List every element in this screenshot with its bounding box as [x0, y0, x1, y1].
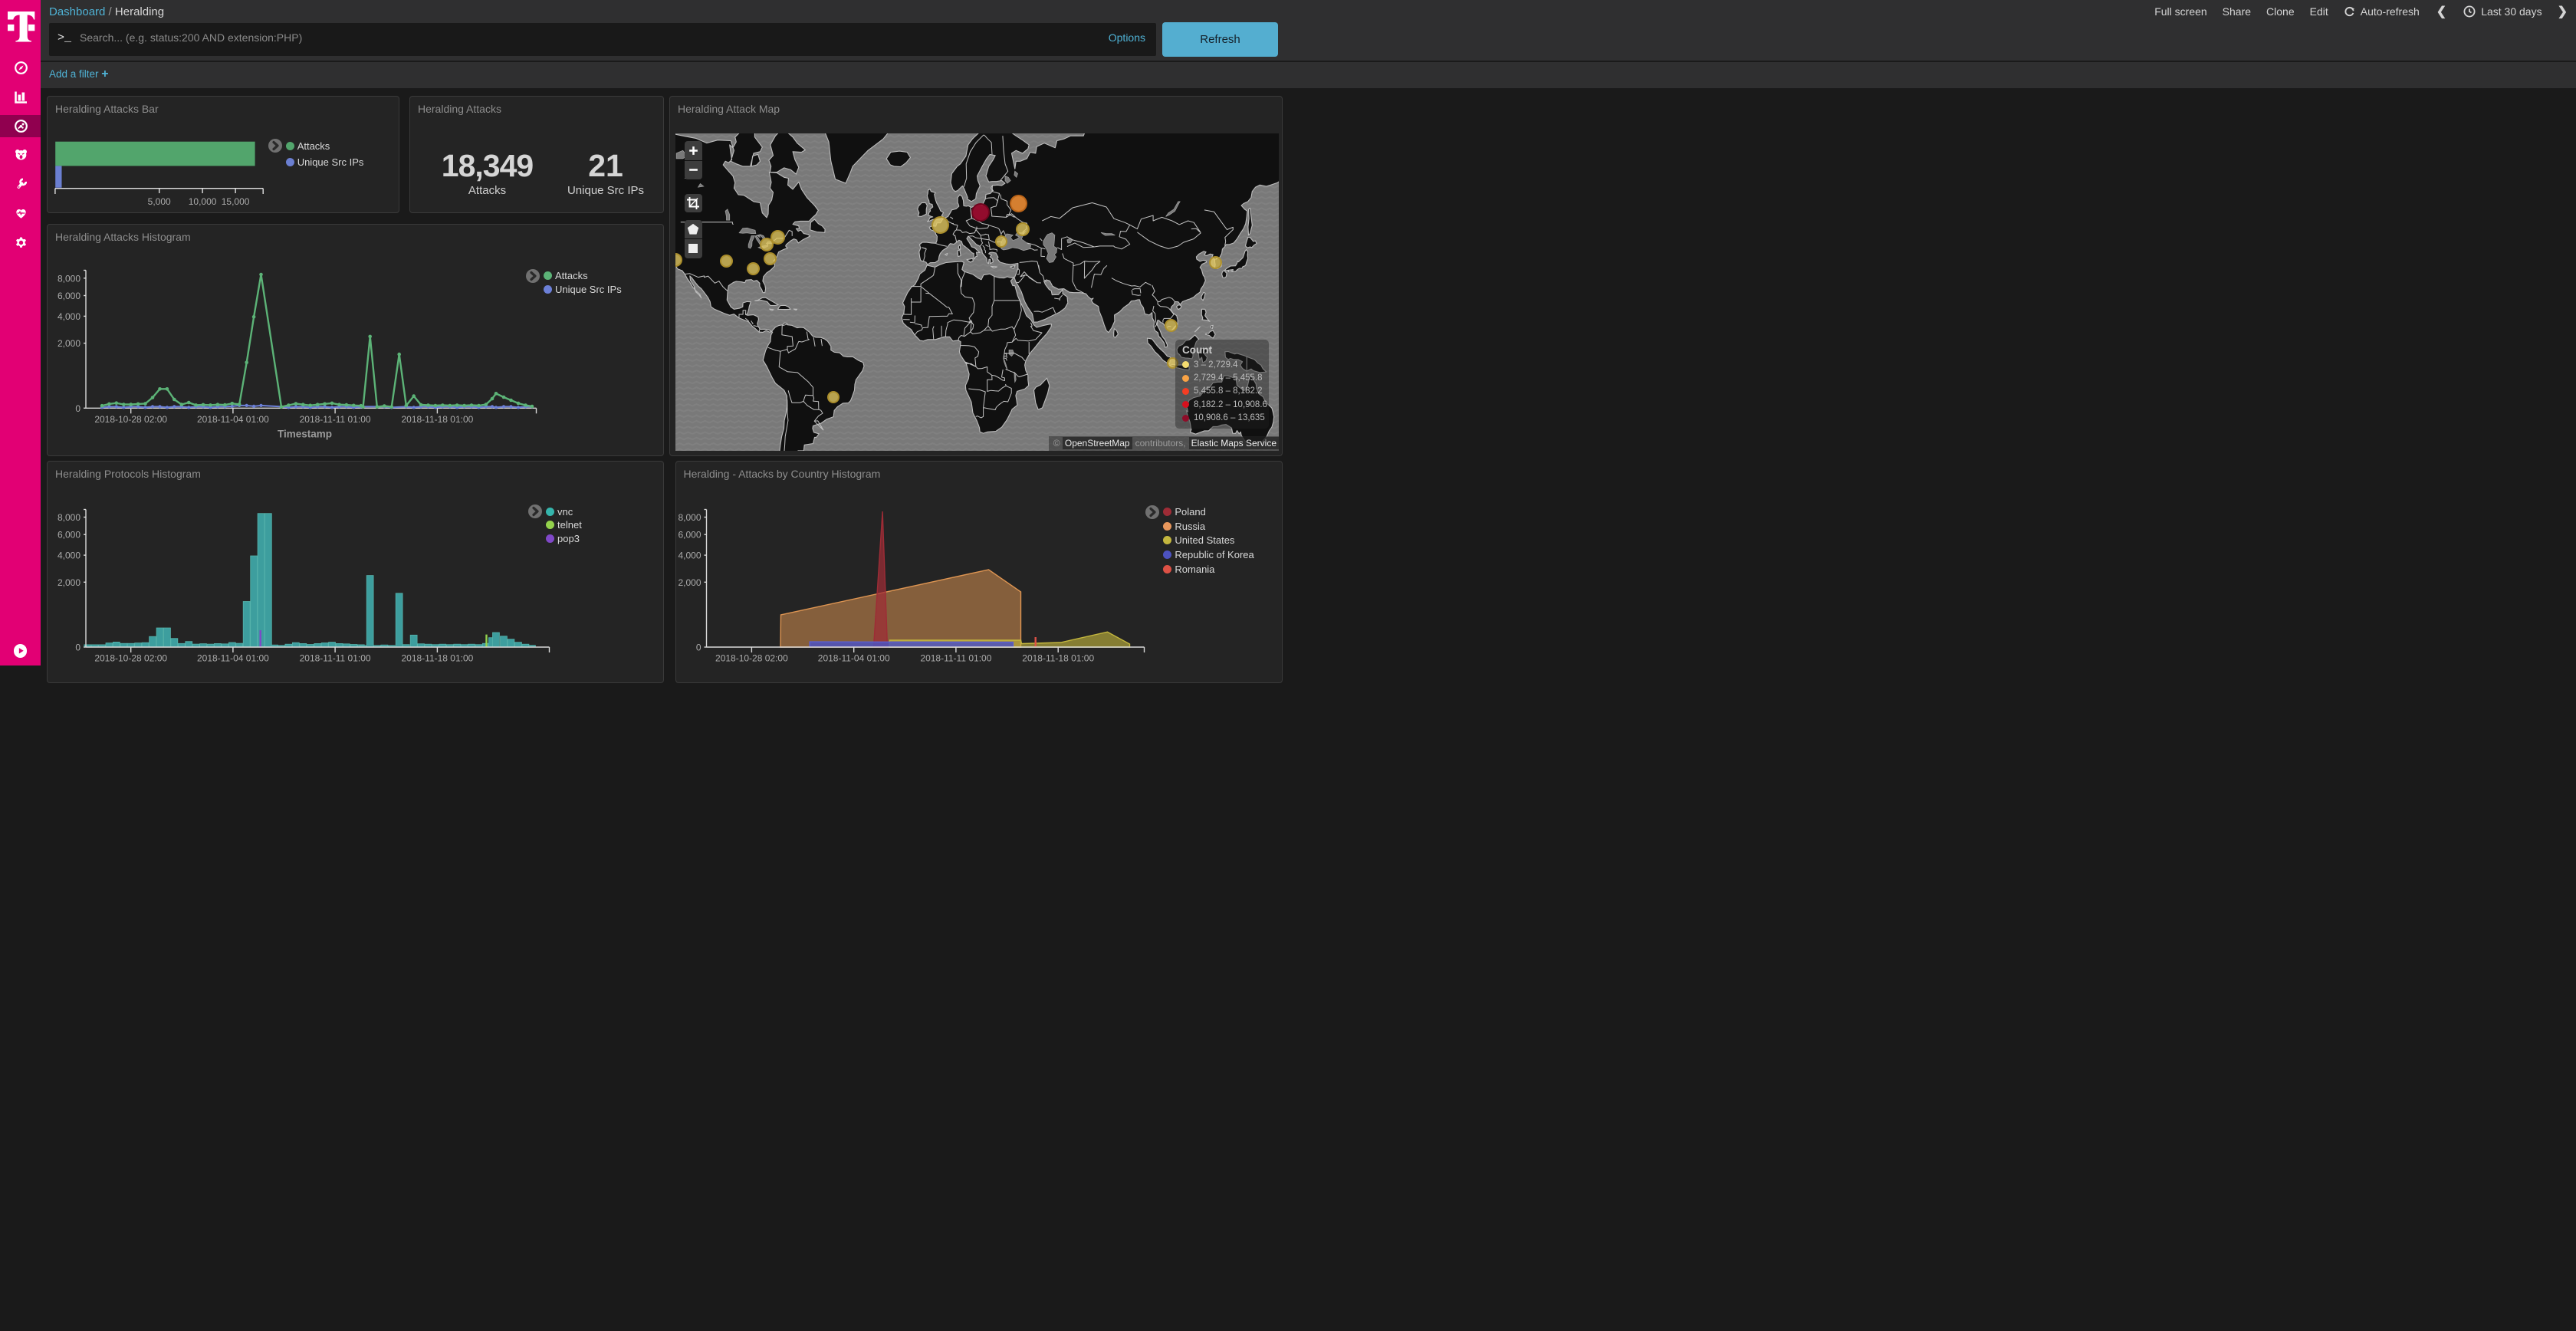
- svg-text:2018-11-18 01:00: 2018-11-18 01:00: [401, 653, 473, 664]
- svg-text:6,000: 6,000: [678, 530, 701, 541]
- svg-text:5,000: 5,000: [148, 196, 171, 207]
- svg-text:6,000: 6,000: [58, 291, 80, 301]
- svg-text:8,000: 8,000: [58, 273, 80, 284]
- svg-text:2018-11-18 01:00: 2018-11-18 01:00: [401, 414, 473, 425]
- svg-text:15,000: 15,000: [222, 196, 250, 207]
- svg-text:2,000: 2,000: [58, 338, 80, 349]
- svg-text:0: 0: [695, 642, 701, 653]
- svg-text:2018-10-28 02:00: 2018-10-28 02:00: [94, 653, 167, 664]
- svg-text:2,000: 2,000: [678, 577, 701, 588]
- svg-text:0: 0: [75, 403, 80, 413]
- svg-text:2018-10-28 02:00: 2018-10-28 02:00: [715, 653, 788, 664]
- svg-text:2018-11-18 01:00: 2018-11-18 01:00: [1022, 653, 1094, 664]
- svg-text:Timestamp: Timestamp: [278, 428, 332, 439]
- svg-text:10,000: 10,000: [189, 196, 217, 207]
- svg-text:4,000: 4,000: [58, 550, 80, 561]
- svg-text:2018-11-04 01:00: 2018-11-04 01:00: [197, 653, 269, 664]
- svg-text:2018-11-11 01:00: 2018-11-11 01:00: [300, 414, 371, 425]
- svg-text:6,000: 6,000: [58, 530, 80, 541]
- svg-text:2018-11-04 01:00: 2018-11-04 01:00: [817, 653, 889, 664]
- svg-text:4,000: 4,000: [58, 311, 80, 321]
- svg-text:2,000: 2,000: [58, 577, 80, 588]
- svg-text:2018-11-04 01:00: 2018-11-04 01:00: [197, 414, 269, 425]
- svg-text:8,000: 8,000: [58, 512, 80, 523]
- svg-text:2018-11-11 01:00: 2018-11-11 01:00: [300, 653, 371, 664]
- svg-text:4,000: 4,000: [678, 550, 701, 561]
- svg-text:0: 0: [75, 642, 80, 653]
- svg-text:2018-11-11 01:00: 2018-11-11 01:00: [920, 653, 991, 664]
- svg-text:2018-10-28 02:00: 2018-10-28 02:00: [94, 414, 167, 425]
- svg-text:8,000: 8,000: [678, 512, 701, 523]
